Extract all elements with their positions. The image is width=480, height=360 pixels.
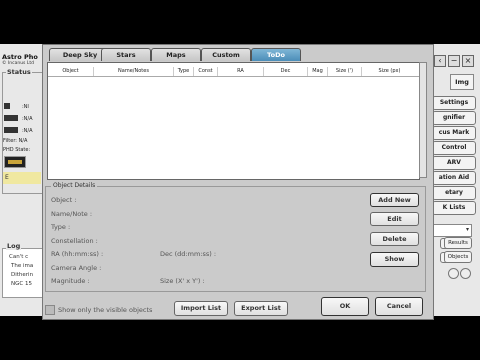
log-label: Log bbox=[6, 242, 22, 250]
ok-button[interactable]: OK bbox=[321, 297, 369, 316]
visible-only-label: Show only the visible objects bbox=[58, 306, 153, 314]
edit-button[interactable]: Edit bbox=[370, 212, 419, 226]
focus-mark-button[interactable]: cus Mark bbox=[432, 126, 476, 140]
chevron-down-icon: ▾ bbox=[465, 226, 469, 233]
tab-stars[interactable]: Stars bbox=[101, 48, 151, 61]
status-line-2: :N/A bbox=[22, 116, 33, 122]
phd-state-text: PHD State: bbox=[3, 147, 31, 153]
col-size-px[interactable]: Size (px) bbox=[362, 67, 417, 76]
show-button[interactable]: Show bbox=[370, 252, 419, 267]
log-line: Ditherin bbox=[11, 272, 34, 278]
settings-button[interactable]: Settings bbox=[432, 96, 476, 110]
visible-only-checkbox[interactable] bbox=[45, 305, 55, 315]
status-line-3: :N/A bbox=[22, 128, 33, 134]
col-const[interactable]: Const bbox=[194, 67, 218, 76]
status-label: Status bbox=[6, 68, 32, 76]
ra-label: RA (hh:mm:ss) : bbox=[51, 250, 104, 258]
rotation-aid-button[interactable]: ation Aid bbox=[432, 171, 476, 185]
back-button[interactable]: ‹ bbox=[434, 55, 446, 67]
results-button[interactable]: Results bbox=[444, 237, 472, 249]
right-dropdown[interactable]: ▾ bbox=[432, 224, 472, 237]
app-title: Astro Pho bbox=[2, 53, 38, 61]
magnifier-button[interactable]: gnifier bbox=[432, 111, 476, 125]
arv-button[interactable]: ARV bbox=[432, 156, 476, 170]
log-line: Can't c bbox=[9, 254, 29, 260]
objects-table[interactable]: Object Name/Notes Type Const RA Dec Mag … bbox=[47, 62, 420, 180]
tab-maps[interactable]: Maps bbox=[151, 48, 201, 61]
col-ra[interactable]: RA bbox=[218, 67, 264, 76]
export-list-button[interactable]: Export List bbox=[234, 301, 288, 316]
img-tab[interactable]: Img bbox=[450, 74, 474, 90]
log-panel: Can't c The ima Ditherin NGC 15 bbox=[2, 248, 44, 298]
option-radio-2[interactable] bbox=[460, 268, 471, 279]
object-details-legend: Object Details bbox=[51, 182, 98, 189]
camera-angle-label: Camera Angle : bbox=[51, 264, 102, 272]
size-label: Size (X' x Y') : bbox=[160, 277, 205, 285]
e-marker: E bbox=[3, 172, 41, 184]
col-dec[interactable]: Dec bbox=[264, 67, 308, 76]
col-mag[interactable]: Mag bbox=[308, 67, 328, 76]
log-line: The ima bbox=[11, 263, 34, 269]
add-new-button[interactable]: Add New bbox=[370, 193, 419, 207]
table-scrollbar[interactable] bbox=[419, 62, 427, 178]
constellation-label: Constellation : bbox=[51, 237, 98, 245]
object-label: Object : bbox=[51, 196, 77, 204]
control-button[interactable]: Control bbox=[432, 141, 476, 155]
status-icon-2 bbox=[4, 115, 18, 121]
phd-indicator bbox=[4, 156, 26, 168]
objects-button[interactable]: Objects bbox=[444, 251, 472, 263]
log-line: NGC 15 bbox=[11, 281, 32, 287]
tab-todo[interactable]: ToDo bbox=[251, 48, 301, 61]
col-size-arcmin[interactable]: Size (') bbox=[328, 67, 362, 76]
name-note-label: Name/Note : bbox=[51, 210, 93, 218]
app-copyright: © Incanus Ltd bbox=[2, 61, 34, 66]
planetary-button[interactable]: etary bbox=[432, 186, 476, 200]
delete-button[interactable]: Delete bbox=[370, 232, 419, 246]
object-details-group bbox=[45, 186, 426, 292]
tab-custom[interactable]: Custom bbox=[201, 48, 251, 61]
import-list-button[interactable]: Import List bbox=[174, 301, 228, 316]
status-icon-3 bbox=[4, 127, 18, 133]
col-object[interactable]: Object bbox=[48, 67, 94, 76]
status-line-1: :NI bbox=[22, 104, 29, 110]
phd-indicator-bar bbox=[8, 160, 22, 164]
filter-text: Filter: N/A bbox=[3, 138, 28, 144]
option-radio-1[interactable] bbox=[448, 268, 459, 279]
col-name-notes[interactable]: Name/Notes bbox=[94, 67, 174, 76]
status-icon-1 bbox=[4, 103, 10, 109]
minimize-button[interactable]: − bbox=[448, 55, 460, 67]
check-lists-button[interactable]: K Lists bbox=[432, 201, 476, 215]
table-header: Object Name/Notes Type Const RA Dec Mag … bbox=[48, 67, 419, 77]
type-label: Type : bbox=[51, 223, 71, 231]
cancel-button[interactable]: Cancel bbox=[375, 297, 423, 316]
dec-label: Dec (dd:mm:ss) : bbox=[160, 250, 217, 258]
magnitude-label: Magnitude : bbox=[51, 277, 90, 285]
close-button[interactable]: × bbox=[462, 55, 474, 67]
col-type[interactable]: Type bbox=[174, 67, 194, 76]
